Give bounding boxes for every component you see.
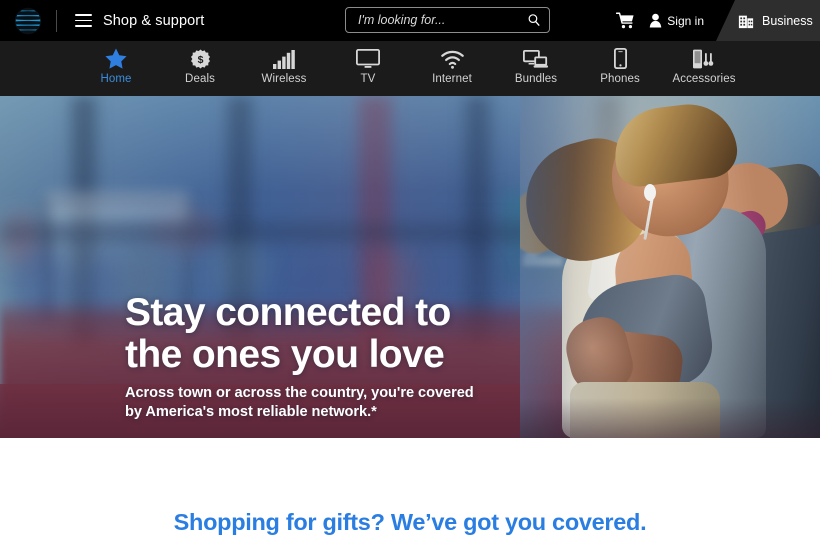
nav-item-wireless[interactable]: Wireless — [242, 48, 326, 85]
nav-label-internet: Internet — [432, 73, 472, 85]
business-link[interactable]: Business — [716, 0, 820, 41]
shop-support-label: Shop & support — [103, 12, 205, 29]
hero-subtext: Across town or across the country, you'r… — [125, 385, 474, 420]
nav-item-accessories[interactable]: Accessories — [662, 48, 746, 85]
nav-item-deals[interactable]: $ Deals — [158, 48, 242, 85]
office-building-icon — [738, 15, 754, 28]
top-header-bar: Shop & support Sign in — [0, 0, 820, 41]
header-divider — [56, 9, 57, 32]
search-icon[interactable] — [527, 13, 541, 27]
nav-item-tv[interactable]: TV — [326, 48, 410, 85]
devices-icon — [523, 48, 549, 69]
couple-photo — [520, 96, 820, 438]
nav-label-wireless: Wireless — [261, 73, 307, 85]
search-input[interactable] — [358, 13, 527, 27]
nav-label-bundles: Bundles — [514, 73, 558, 85]
att-logo[interactable] — [0, 0, 56, 41]
monitor-icon — [356, 48, 380, 69]
nav-item-internet[interactable]: Internet — [410, 48, 494, 85]
hamburger-icon — [75, 14, 92, 27]
header-right-actions: Sign in Business — [606, 0, 820, 41]
att-globe-icon — [14, 7, 42, 34]
star-icon — [105, 48, 127, 69]
nav-item-home[interactable]: Home — [74, 48, 158, 85]
cart-button[interactable] — [606, 12, 645, 29]
nav-item-phones[interactable]: Phones — [578, 48, 662, 85]
primary-navigation: Home $ Deals Wireless TV Internet Bundle… — [0, 41, 820, 96]
person-icon — [650, 13, 662, 28]
gift-section: Shopping for gifts? We’ve got you covere… — [0, 438, 820, 548]
nav-label-accessories: Accessories — [672, 73, 736, 85]
smartphone-icon — [613, 48, 627, 69]
hero-banner[interactable]: 2 Stay connected to the one — [0, 96, 820, 438]
search-box[interactable] — [345, 7, 550, 33]
nav-label-phones: Phones — [600, 73, 640, 85]
hero-text-block: Stay connected to the ones you love Acro… — [125, 292, 474, 422]
business-label: Business — [762, 13, 813, 28]
nav-label-tv: TV — [360, 73, 376, 85]
svg-text:$: $ — [197, 55, 203, 66]
search-container — [345, 7, 550, 33]
nav-item-bundles[interactable]: Bundles — [494, 48, 578, 85]
sign-in-label: Sign in — [667, 13, 704, 28]
signal-bars-icon — [273, 48, 295, 69]
dollar-coin-icon: $ — [190, 48, 210, 69]
shop-and-support-menu[interactable]: Shop & support — [75, 13, 204, 29]
wifi-icon — [440, 48, 464, 69]
shopping-cart-icon — [616, 12, 634, 29]
nav-label-deals: Deals — [185, 73, 215, 85]
hero-headline: Stay connected to the ones you love — [125, 291, 451, 376]
gift-section-heading: Shopping for gifts? We’ve got you covere… — [173, 508, 647, 535]
nav-label-home: Home — [100, 73, 132, 85]
sign-in-button[interactable]: Sign in — [645, 13, 716, 28]
accessories-icon — [692, 48, 716, 69]
